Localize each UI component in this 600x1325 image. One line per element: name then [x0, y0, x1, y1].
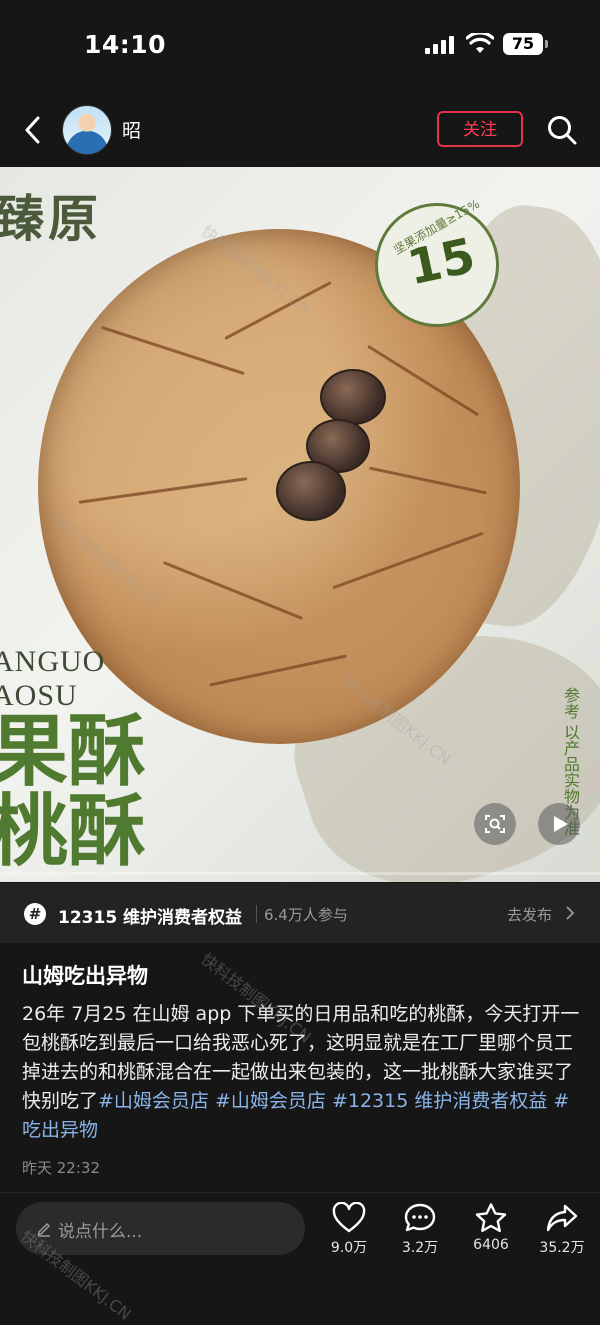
package-brand-text: 臻原 [0, 189, 102, 248]
cookie-crack [224, 281, 332, 340]
follow-button[interactable]: 关注 [437, 111, 523, 147]
post-title: 山姆吃出异物 [22, 964, 148, 988]
post-timestamp: 昨天 22:32 [22, 1159, 100, 1177]
topic-bar[interactable]: # 12315 维护消费者权益 6.4万人参与 去发布 [0, 883, 600, 943]
comment-placeholder: 说点什么... [58, 1222, 143, 1242]
comment-count: 3.2万 [401, 1240, 439, 1256]
battery-tip [545, 40, 548, 48]
package-chinese-line: 果酥 [0, 706, 147, 797]
image-search-button[interactable] [474, 803, 516, 845]
avatar[interactable] [62, 105, 112, 155]
cookie-crack [162, 561, 304, 620]
package-english-line: ANGUO [0, 645, 106, 678]
bottom-divider [0, 1192, 600, 1193]
chevron-right-icon [566, 906, 575, 920]
hashtag-icon: # [24, 903, 46, 925]
cookie-crack [368, 466, 488, 495]
share-count: 35.2万 [539, 1240, 585, 1256]
cookie-crack [209, 654, 347, 687]
hashtag-link[interactable]: #山姆会员店 [98, 1090, 209, 1112]
foreign-object [320, 369, 386, 425]
post-body: 26年 7月25 在山姆 app 下单买的日用品和吃的桃酥，今天打开一包桃酥吃到… [22, 1000, 582, 1145]
topic-divider [256, 905, 257, 923]
battery-icon: 75 [503, 33, 543, 55]
favorite-count: 6406 [473, 1237, 509, 1253]
cookie-crack [78, 477, 248, 504]
package-english-text: ANGUO AOSU [0, 645, 105, 713]
cookie-crack [101, 325, 245, 376]
topic-title: 12315 维护消费者权益 [58, 908, 243, 928]
comment-button[interactable]: 3.2万 [390, 1202, 450, 1262]
hashtag-link[interactable]: #山姆会员店 [215, 1090, 326, 1112]
cookie-crack [332, 531, 484, 590]
search-icon[interactable] [546, 114, 578, 146]
image-progress-track [0, 872, 600, 875]
back-arrow-icon[interactable] [18, 110, 48, 150]
post-image[interactable]: 臻原 坚果添加量≥15% 15 ANGUO AOSU 果酥 桃酥 参考 以产品实… [0, 167, 600, 882]
hashtag-link[interactable]: #12315 维护消费者权益 [332, 1090, 547, 1112]
topic-participants: 6.4万人参与 [264, 906, 348, 924]
wifi-icon [466, 33, 494, 53]
like-count: 9.0万 [330, 1240, 368, 1256]
share-button[interactable]: 35.2万 [532, 1202, 592, 1262]
comment-input[interactable]: 说点什么... [16, 1202, 305, 1255]
image-search-icon [485, 815, 505, 833]
share-arrow-icon [546, 1204, 578, 1232]
pencil-icon [37, 1222, 51, 1237]
comment-bubble-icon [404, 1203, 436, 1232]
like-button[interactable]: 9.0万 [319, 1202, 379, 1262]
favorite-button[interactable]: 6406 [461, 1202, 521, 1262]
play-button[interactable] [538, 803, 580, 845]
foreign-object [276, 461, 346, 521]
post-header: 昭 关注 [0, 100, 600, 160]
status-bar: 14:10 75 [0, 0, 600, 88]
author-name[interactable]: 昭 [122, 116, 141, 143]
status-time: 14:10 [84, 30, 167, 59]
star-icon [475, 1203, 507, 1232]
signal-icon [425, 36, 455, 54]
play-icon [554, 816, 568, 832]
package-chinese-line: 桃酥 [0, 786, 147, 877]
nut-content-badge: 坚果添加量≥15% 15 [375, 197, 499, 327]
heart-icon [332, 1202, 366, 1233]
badge-number: 15 [402, 227, 480, 297]
topic-publish-link[interactable]: 去发布 [507, 904, 552, 925]
package-chinese-text: 果酥 桃酥 [0, 712, 146, 872]
